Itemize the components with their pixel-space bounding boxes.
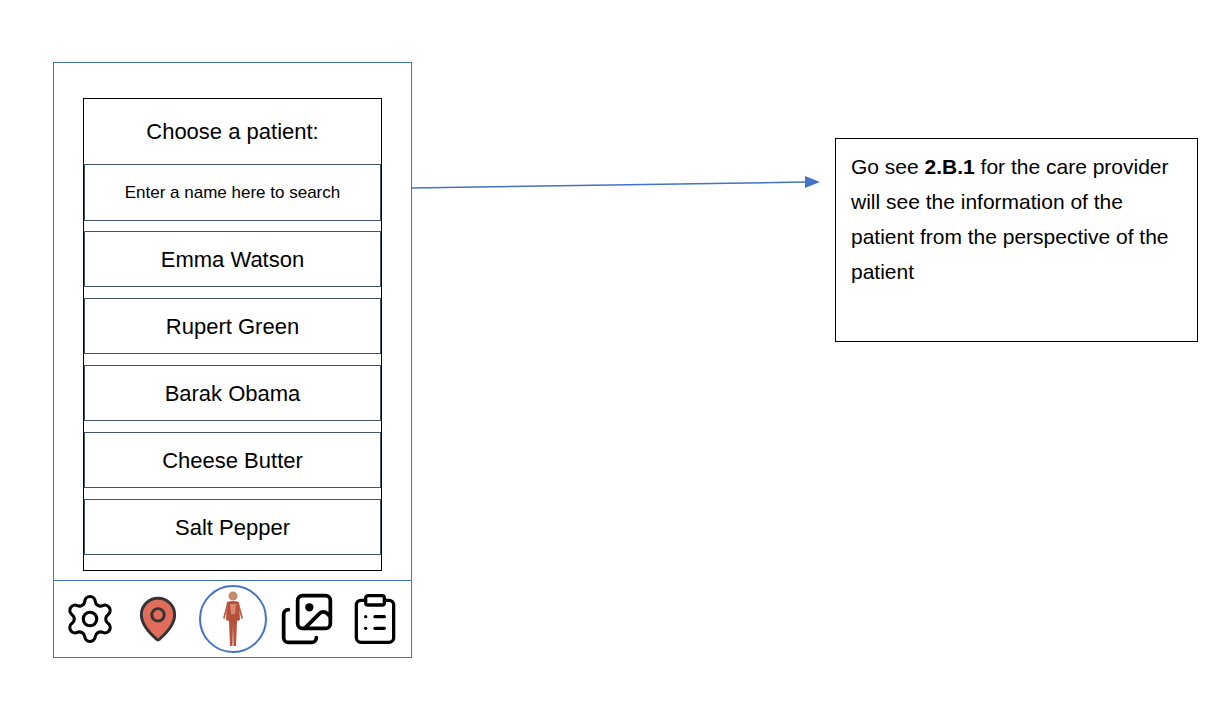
checklist-icon [347, 591, 403, 647]
search-input[interactable] [84, 164, 381, 221]
bottom-nav [54, 580, 411, 657]
arrow-connector [0, 0, 1228, 708]
nav-settings-button[interactable] [62, 591, 118, 647]
map-pin-icon [133, 594, 183, 644]
patient-row[interactable]: Emma Watson [84, 231, 381, 287]
body-icon [218, 590, 248, 648]
nav-checklist-button[interactable] [347, 591, 403, 647]
patient-row[interactable]: Salt Pepper [84, 499, 381, 555]
canvas: Choose a patient: Emma Watson Rupert Green… [0, 0, 1228, 708]
patient-list: Choose a patient: Emma Watson Rupert Green… [83, 98, 382, 571]
nav-gallery-button[interactable] [279, 591, 335, 647]
phone-frame: Choose a patient: Emma Watson Rupert Green… [53, 62, 412, 658]
nav-location-button[interactable] [130, 591, 186, 647]
gear-icon [63, 592, 117, 646]
gallery-icon [279, 591, 335, 647]
list-title: Choose a patient: [84, 99, 381, 164]
annotation-box: Go see 2.B.1 for the care provider will … [835, 138, 1198, 342]
nav-body-button[interactable] [199, 585, 267, 653]
section-reference: 2.B.1 [925, 155, 975, 178]
patient-row[interactable]: Barak Obama [84, 365, 381, 421]
patient-row[interactable]: Cheese Butter [84, 432, 381, 488]
patient-row[interactable]: Rupert Green [84, 298, 381, 354]
